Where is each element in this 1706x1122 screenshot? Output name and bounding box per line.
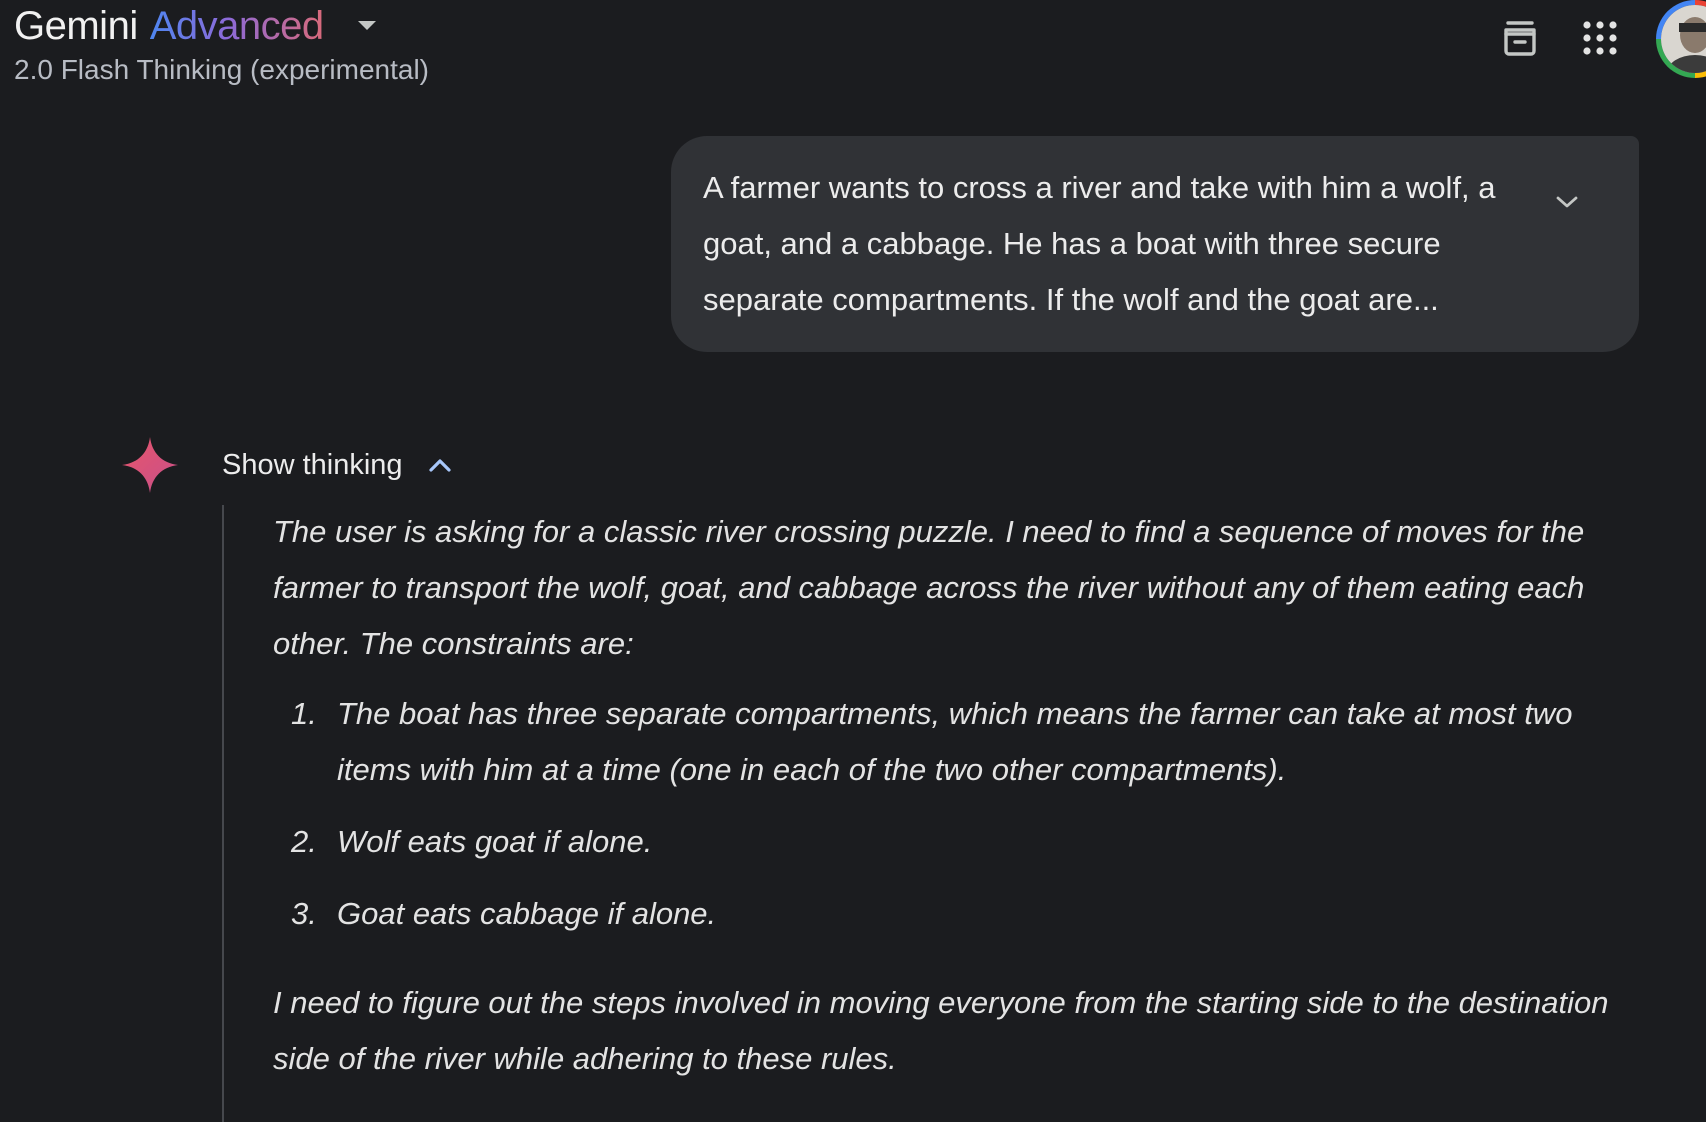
thinking-divider bbox=[222, 505, 224, 1122]
user-prompt-bubble: A farmer wants to cross a river and take… bbox=[671, 136, 1639, 352]
brand-name: Gemini bbox=[14, 3, 138, 48]
list-item: 2. Wolf eats goat if alone. bbox=[273, 814, 1653, 870]
avatar-photo bbox=[1661, 5, 1706, 73]
list-text: The boat has three separate compartments… bbox=[337, 696, 1573, 787]
show-thinking-label: Show thinking bbox=[222, 448, 403, 481]
list-number: 2. bbox=[291, 824, 317, 859]
list-text: Goat eats cabbage if alone. bbox=[337, 896, 717, 931]
user-prompt-text: A farmer wants to cross a river and take… bbox=[703, 170, 1496, 317]
chevron-up-icon bbox=[425, 450, 455, 480]
brand-tier: Advanced bbox=[149, 3, 324, 48]
model-subtitle: 2.0 Flash Thinking (experimental) bbox=[14, 54, 430, 85]
constraints-list: 1. The boat has three separate compartme… bbox=[273, 686, 1653, 958]
model-switcher[interactable]: Gemini Advanced bbox=[14, 2, 382, 50]
thought-intro: The user is asking for a classic river c… bbox=[273, 514, 1585, 661]
caret-down-icon[interactable] bbox=[352, 11, 382, 41]
list-item: 3. Goat eats cabbage if alone. bbox=[273, 886, 1653, 942]
list-item: 1. The boat has three separate compartme… bbox=[273, 686, 1653, 798]
list-number: 3. bbox=[291, 896, 317, 931]
thought-conclusion: I need to figure out the steps involved … bbox=[273, 985, 1609, 1076]
show-thinking-toggle[interactable]: Show thinking bbox=[222, 440, 455, 490]
gemini-spark-icon bbox=[120, 435, 180, 495]
list-number: 1. bbox=[291, 696, 317, 731]
user-avatar[interactable] bbox=[1656, 0, 1706, 78]
app-header: Gemini Advanced 2.0 Flash Thinking (expe… bbox=[0, 0, 1706, 100]
chevron-down-icon[interactable] bbox=[1547, 182, 1587, 222]
gemini-chat-page: Gemini Advanced 2.0 Flash Thinking (expe… bbox=[0, 0, 1706, 1122]
apps-grid-icon[interactable] bbox=[1572, 10, 1628, 66]
list-text: Wolf eats goat if alone. bbox=[337, 824, 653, 859]
archive-icon[interactable] bbox=[1492, 10, 1548, 66]
